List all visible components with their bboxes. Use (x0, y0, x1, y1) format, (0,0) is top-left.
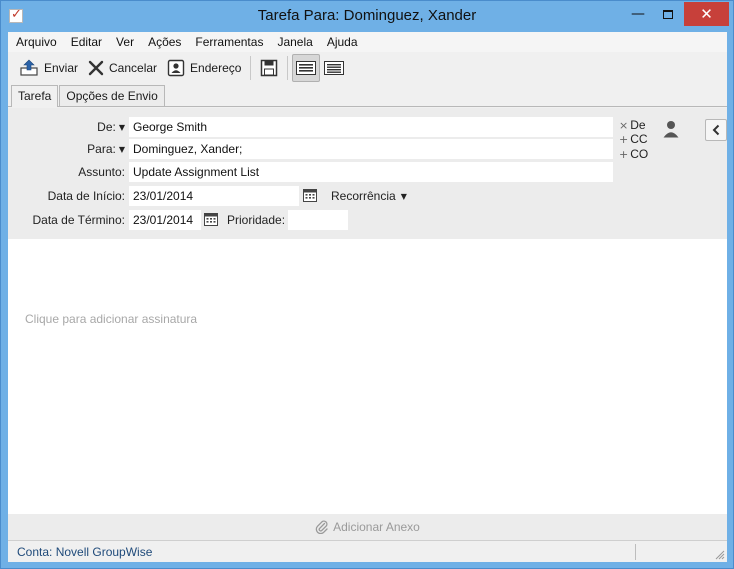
from-label: De: (97, 120, 116, 134)
caret-down-icon: ▼ (118, 123, 125, 133)
menu-ver[interactable]: Ver (109, 35, 141, 49)
menu-editar[interactable]: Editar (64, 35, 109, 49)
to-dropdown[interactable]: Para: ▼ (58, 142, 125, 156)
start-date-label: Data de Início: (47, 189, 125, 203)
minimize-button[interactable]: — (623, 2, 653, 26)
address-label: Endereço (190, 61, 242, 75)
remove-icon: × (619, 119, 629, 132)
close-button[interactable]: ✕ (684, 2, 729, 26)
maximize-button[interactable] (653, 2, 683, 26)
task-window: Tarefa Para: Dominguez, Xander — ✕ Arqui… (0, 0, 734, 569)
client-area: Arquivo Editar Ver Ações Ferramentas Jan… (8, 32, 727, 562)
start-date-field[interactable]: 23/01/2014 (129, 186, 299, 206)
menu-acoes[interactable]: Ações (141, 35, 188, 49)
cc-label: CC (630, 132, 648, 146)
plus-icon: + (619, 133, 629, 146)
from-field[interactable]: George Smith (129, 117, 613, 137)
end-date-label: Data de Término: (32, 213, 126, 227)
address-button[interactable]: Endereço (162, 55, 246, 81)
detail-view-icon (296, 61, 317, 75)
from-toggle-label: De (630, 118, 646, 132)
to-field[interactable]: Dominguez, Xander; (129, 139, 613, 159)
caret-down-icon: ▼ (118, 145, 125, 155)
message-body[interactable]: Clique para adicionar assinatura (8, 239, 727, 514)
recurrence-dropdown[interactable]: Recorrência ▼ (331, 189, 407, 203)
end-date-field[interactable]: 23/01/2014 (129, 210, 201, 230)
send-label: Enviar (44, 61, 79, 75)
add-attachment-button[interactable]: Adicionar Anexo (8, 514, 727, 540)
priority-field[interactable] (288, 210, 348, 230)
maximize-icon (663, 9, 673, 19)
menu-janela[interactable]: Janela (270, 35, 319, 49)
contact-person-icon[interactable] (663, 120, 679, 138)
bcc-link[interactable]: + CO (619, 147, 648, 161)
compact-view-icon (324, 61, 345, 75)
recurrence-label: Recorrência (331, 189, 396, 203)
tab-task[interactable]: Tarefa (11, 85, 59, 107)
priority-label: Prioridade: (227, 213, 286, 227)
paperclip-icon (315, 520, 328, 534)
to-label: Para: (87, 142, 116, 156)
task-header: De: ▼ George Smith Para: ▼ Dominguez, Xand… (8, 108, 727, 239)
from-dropdown[interactable]: De: ▼ (58, 120, 125, 134)
bcc-label: CO (630, 147, 649, 161)
from-toggle-link[interactable]: × De (619, 118, 646, 132)
tab-send-options[interactable]: Opções de Envio (59, 85, 165, 106)
collapse-panel-button[interactable] (705, 119, 727, 141)
address-book-icon (167, 59, 185, 77)
send-icon (20, 59, 38, 76)
subject-field[interactable]: Update Assignment List (129, 162, 613, 182)
add-attachment-label: Adicionar Anexo (333, 520, 420, 534)
toolbar-separator (250, 56, 252, 80)
signature-placeholder[interactable]: Clique para adicionar assinatura (25, 312, 197, 326)
toolbar-separator (287, 56, 289, 80)
resize-grip-icon[interactable] (715, 550, 725, 560)
toolbar: Enviar Cancelar Endereço (8, 52, 727, 84)
calendar-icon[interactable] (303, 189, 317, 202)
cancel-icon (88, 60, 104, 76)
send-button[interactable]: Enviar (14, 55, 83, 81)
status-bar: Conta: Novell GroupWise (8, 540, 727, 562)
menu-bar: Arquivo Editar Ver Ações Ferramentas Jan… (8, 32, 727, 52)
account-status: Conta: Novell GroupWise (17, 545, 153, 559)
cc-link[interactable]: + CC (619, 132, 648, 146)
save-icon (261, 59, 278, 77)
plus-icon: + (619, 148, 629, 161)
save-button[interactable] (255, 54, 283, 82)
menu-ajuda[interactable]: Ajuda (320, 35, 365, 49)
title-bar[interactable]: Tarefa Para: Dominguez, Xander — ✕ (1, 1, 733, 32)
status-separator (635, 544, 636, 560)
cancel-label: Cancelar (109, 61, 158, 75)
view-detail-button[interactable] (292, 54, 321, 82)
chevron-left-icon (712, 124, 720, 136)
calendar-icon[interactable] (204, 213, 218, 226)
caret-down-icon: ▼ (400, 192, 407, 202)
view-compact-button[interactable] (320, 54, 348, 82)
menu-arquivo[interactable]: Arquivo (9, 35, 64, 49)
subject-label: Assunto: (78, 165, 125, 179)
menu-ferramentas[interactable]: Ferramentas (188, 35, 270, 49)
tab-strip: Tarefa Opções de Envio (8, 85, 727, 107)
cancel-button[interactable]: Cancelar (83, 55, 162, 81)
